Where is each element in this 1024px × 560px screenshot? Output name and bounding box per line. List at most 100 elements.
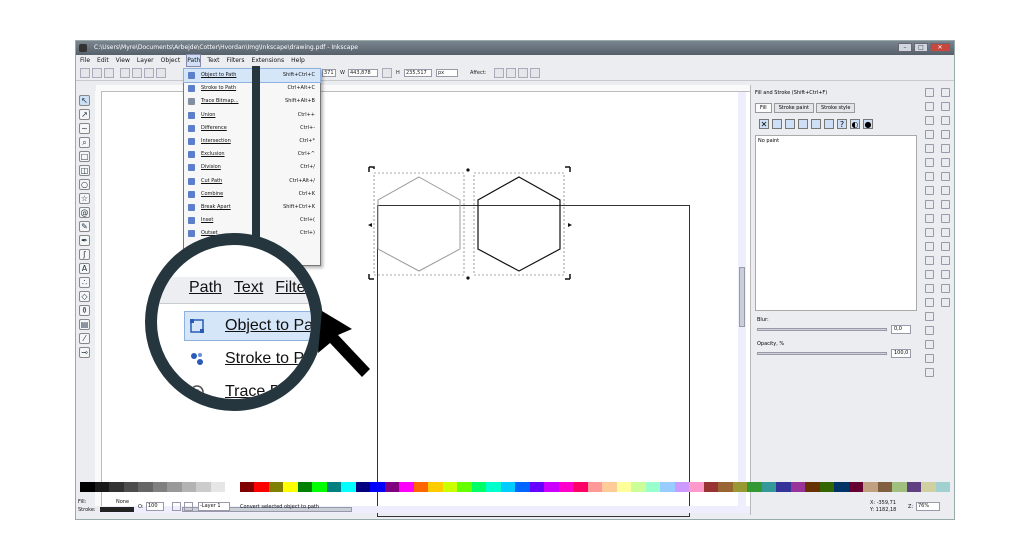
scale-corners-icon[interactable] [506, 68, 516, 78]
duplicate-icon[interactable] [925, 270, 934, 279]
palette-swatch[interactable] [370, 482, 385, 492]
node-tool-icon[interactable]: ↗ [79, 109, 90, 120]
copy-icon[interactable] [925, 200, 934, 209]
palette-swatch[interactable] [326, 482, 341, 492]
zoom-page-icon[interactable] [925, 256, 934, 265]
palette-swatch[interactable] [529, 482, 544, 492]
radial-gradient-icon[interactable] [798, 119, 808, 129]
menu-layer[interactable]: Layer [137, 55, 154, 66]
vertical-scroll-thumb[interactable] [739, 267, 745, 327]
deselect-icon[interactable] [104, 68, 114, 78]
palette-swatch[interactable] [355, 482, 370, 492]
tab-fill[interactable]: Fill [755, 103, 772, 113]
star-tool-icon[interactable]: ☆ [79, 193, 90, 204]
palette-swatch[interactable] [819, 482, 834, 492]
menu-object[interactable]: Object [161, 55, 181, 66]
pattern-icon[interactable] [811, 119, 821, 129]
palette-swatch[interactable] [123, 482, 138, 492]
palette-swatch[interactable] [471, 482, 486, 492]
spray-tool-icon[interactable]: ∴ [79, 277, 90, 288]
snap-midpoint-icon[interactable] [941, 228, 950, 237]
selector-tool-icon[interactable]: ↖ [79, 95, 90, 106]
flat-color-icon[interactable] [772, 119, 782, 129]
calligraphy-tool-icon[interactable]: ʃ [79, 249, 90, 260]
palette-swatch[interactable] [645, 482, 660, 492]
menu-view[interactable]: View [116, 55, 130, 66]
palette-swatch[interactable] [732, 482, 747, 492]
vertical-scrollbar[interactable] [738, 92, 746, 506]
palette-swatch[interactable] [210, 482, 225, 492]
palette-swatch[interactable] [558, 482, 573, 492]
snap-center-icon[interactable] [941, 242, 950, 251]
tab-stroke-style[interactable]: Stroke style [815, 103, 856, 113]
group-icon[interactable] [925, 298, 934, 307]
palette-swatch[interactable] [413, 482, 428, 492]
layer-visibility-icon[interactable] [172, 502, 181, 511]
zoom-drawing-icon[interactable] [925, 242, 934, 251]
scale-stroke-icon[interactable] [494, 68, 504, 78]
snap-bbox-edge-icon[interactable] [941, 116, 950, 125]
palette-swatch[interactable] [109, 482, 124, 492]
snap-guide-icon[interactable] [941, 298, 950, 307]
opacity-field[interactable]: 100,0 [891, 349, 911, 358]
snap-smooth-icon[interactable] [941, 214, 950, 223]
snap-nodes-icon[interactable] [941, 158, 950, 167]
eraser-tool-icon[interactable]: ◇ [79, 291, 90, 302]
palette-swatch[interactable] [94, 482, 109, 492]
snap-bbox-icon[interactable] [941, 102, 950, 111]
minimize-button[interactable]: – [898, 43, 912, 52]
clone-icon[interactable] [925, 284, 934, 293]
palette-swatch[interactable] [602, 482, 617, 492]
palette-swatch[interactable] [152, 482, 167, 492]
ungroup-icon[interactable] [925, 312, 934, 321]
snap-rotation-icon[interactable] [941, 256, 950, 265]
unset-paint-icon[interactable]: ? [837, 119, 847, 129]
zoom-field[interactable]: 76% [916, 502, 940, 511]
palette-swatch[interactable] [515, 482, 530, 492]
linear-gradient-icon[interactable] [785, 119, 795, 129]
zoom-selection-icon[interactable] [925, 228, 934, 237]
fill-rule-evenodd-icon[interactable]: ◐ [850, 119, 860, 129]
maximize-button[interactable]: □ [914, 43, 928, 52]
palette-swatch[interactable] [892, 482, 907, 492]
rotate-ccw-icon[interactable] [120, 68, 130, 78]
palette-swatch[interactable] [283, 482, 298, 492]
layer-lock-icon[interactable] [184, 502, 193, 511]
palette-swatch[interactable] [631, 482, 646, 492]
snap-page-icon[interactable] [941, 270, 950, 279]
palette-swatch[interactable] [747, 482, 762, 492]
palette-swatch[interactable] [181, 482, 196, 492]
palette-swatch[interactable] [486, 482, 501, 492]
palette-swatch[interactable] [689, 482, 704, 492]
text-font-icon[interactable] [925, 340, 934, 349]
dropper-tool-icon[interactable]: ⁄ [79, 333, 90, 344]
opacity-slider[interactable] [757, 352, 887, 355]
palette-swatch[interactable] [834, 482, 849, 492]
snap-grid-icon[interactable] [941, 284, 950, 293]
palette-swatch[interactable] [138, 482, 153, 492]
width-field[interactable]: 443,878 [348, 69, 378, 77]
menu-text[interactable]: Text [207, 55, 219, 66]
palette-swatch[interactable] [167, 482, 182, 492]
palette-swatch[interactable] [805, 482, 820, 492]
text-tool-icon[interactable]: A [79, 263, 90, 274]
palette-swatch[interactable] [877, 482, 892, 492]
palette-swatch[interactable] [863, 482, 878, 492]
blur-field[interactable]: 0,0 [891, 325, 911, 334]
menu-extensions[interactable]: Extensions [252, 55, 285, 66]
snap-bbox-midpoint-icon[interactable] [941, 144, 950, 153]
select-all-layers-icon[interactable] [92, 68, 102, 78]
menu-file[interactable]: File [80, 55, 90, 66]
close-button[interactable]: ✕ [930, 43, 950, 52]
bucket-tool-icon[interactable]: ⚱ [79, 305, 90, 316]
palette-swatch[interactable] [718, 482, 733, 492]
palette-swatch[interactable] [776, 482, 791, 492]
move-gradients-icon[interactable] [518, 68, 528, 78]
menu-edit[interactable]: Edit [97, 55, 109, 66]
save-icon[interactable] [925, 116, 934, 125]
redo-icon[interactable] [925, 186, 934, 195]
lock-icon[interactable] [382, 68, 392, 78]
menu-path[interactable]: Path [186, 54, 202, 67]
palette-swatch[interactable] [587, 482, 602, 492]
palette-swatch[interactable] [399, 482, 414, 492]
